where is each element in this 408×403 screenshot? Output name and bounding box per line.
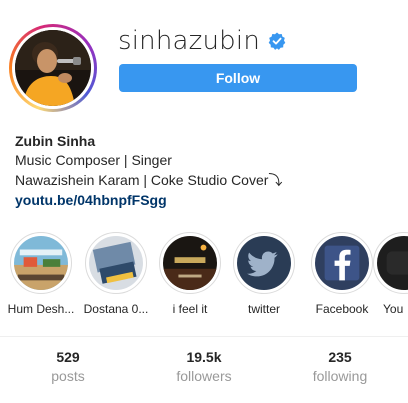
- stat-followers[interactable]: 19.5k followers: [136, 348, 272, 386]
- highlight-ring: [373, 232, 408, 294]
- highlight-ring: [10, 232, 72, 294]
- highlight-label: i feel it: [172, 302, 208, 316]
- highlight-label: twitter: [247, 302, 280, 316]
- bio-line: Music Composer | Singer: [15, 152, 172, 168]
- highlight-label: Hum Desh...: [7, 302, 75, 316]
- profile-avatar-ring[interactable]: [9, 24, 97, 112]
- highlight-item[interactable]: twitter: [225, 232, 303, 316]
- highlight-label: Facebook: [315, 302, 369, 316]
- stat-label: following: [312, 368, 368, 384]
- facebook-f-icon: [315, 236, 369, 290]
- highlight-thumbnail: [163, 236, 217, 290]
- highlight-ring: [233, 232, 295, 294]
- display-name: Zubin Sinha: [15, 133, 96, 149]
- stat-value: 235: [328, 349, 352, 365]
- highlight-thumbnail: [89, 236, 143, 290]
- bio-line: Nawazishein Karam | Coke Studio Cover⤵: [15, 172, 283, 188]
- bio-link[interactable]: youtu.be/04hbnpfFSgg: [15, 190, 282, 210]
- highlight-thumbnail: [377, 236, 408, 290]
- username: sinhazubin: [118, 26, 260, 56]
- twitter-bird-icon: [237, 236, 291, 290]
- highlight-ring: [311, 232, 373, 294]
- stat-value: 529: [56, 349, 80, 365]
- verified-badge-icon: [268, 32, 286, 50]
- profile-bio: Zubin Sinha Music Composer | Singer Nawa…: [15, 132, 282, 210]
- highlight-label: Dostana 0...: [83, 302, 149, 316]
- profile-avatar-frame: [12, 27, 94, 109]
- story-highlights: Hum Desh... Dostana 0... i feel it twitt…: [0, 232, 408, 322]
- highlight-item[interactable]: Hum Desh...: [2, 232, 80, 316]
- follow-button[interactable]: Follow: [119, 64, 357, 92]
- stats-divider: [0, 336, 408, 337]
- stat-posts[interactable]: 529 posts: [0, 348, 136, 386]
- highlight-ring: [85, 232, 147, 294]
- highlight-ring: [159, 232, 221, 294]
- stat-label: followers: [176, 368, 232, 384]
- highlight-item[interactable]: You: [373, 232, 408, 316]
- highlight-thumbnail: [14, 236, 68, 290]
- profile-avatar: [15, 30, 91, 106]
- stat-label: posts: [51, 368, 85, 384]
- highlight-label: You: [383, 302, 404, 316]
- profile-stats: 529 posts 19.5k followers 235 following: [0, 348, 408, 386]
- username-row: sinhazubin: [118, 26, 286, 56]
- stat-following[interactable]: 235 following: [272, 348, 408, 386]
- stat-value: 19.5k: [186, 349, 222, 365]
- highlight-item[interactable]: i feel it: [151, 232, 229, 316]
- highlight-item[interactable]: Facebook: [303, 232, 381, 316]
- highlight-item[interactable]: Dostana 0...: [77, 232, 155, 316]
